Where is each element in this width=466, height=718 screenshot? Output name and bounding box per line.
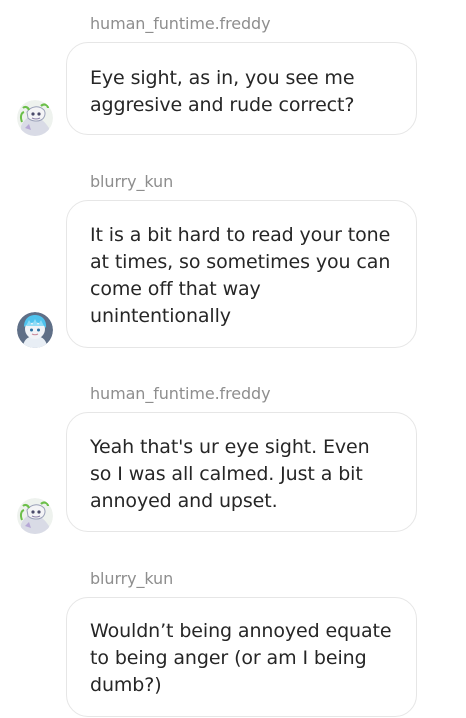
message-thread: human_funtime.freddy Eye sight, as in, y… [0,0,466,718]
message-bubble[interactable]: Yeah that's ur eye sight. Even so I was … [66,412,417,532]
message-text: It is a bit hard to read your tone at ti… [90,224,391,327]
blue-haired-character-avatar-icon[interactable] [17,312,53,348]
message-text: Eye sight, as in, you see me aggresive a… [90,67,355,116]
dragon-avatar-icon[interactable] [17,100,53,136]
message-text: Yeah that's ur eye sight. Even so I was … [90,436,370,512]
message-bubble[interactable]: Wouldn’t being annoyed equate to being a… [66,597,417,717]
sender-name[interactable]: blurry_kun [90,569,173,589]
message-bubble[interactable]: It is a bit hard to read your tone at ti… [66,200,417,348]
dragon-avatar-icon[interactable] [17,498,53,534]
message-text: Wouldn’t being annoyed equate to being a… [90,620,392,696]
sender-name[interactable]: blurry_kun [90,172,173,192]
sender-name[interactable]: human_funtime.freddy [90,14,271,34]
message-bubble[interactable]: Eye sight, as in, you see me aggresive a… [66,42,417,135]
sender-name[interactable]: human_funtime.freddy [90,384,271,404]
